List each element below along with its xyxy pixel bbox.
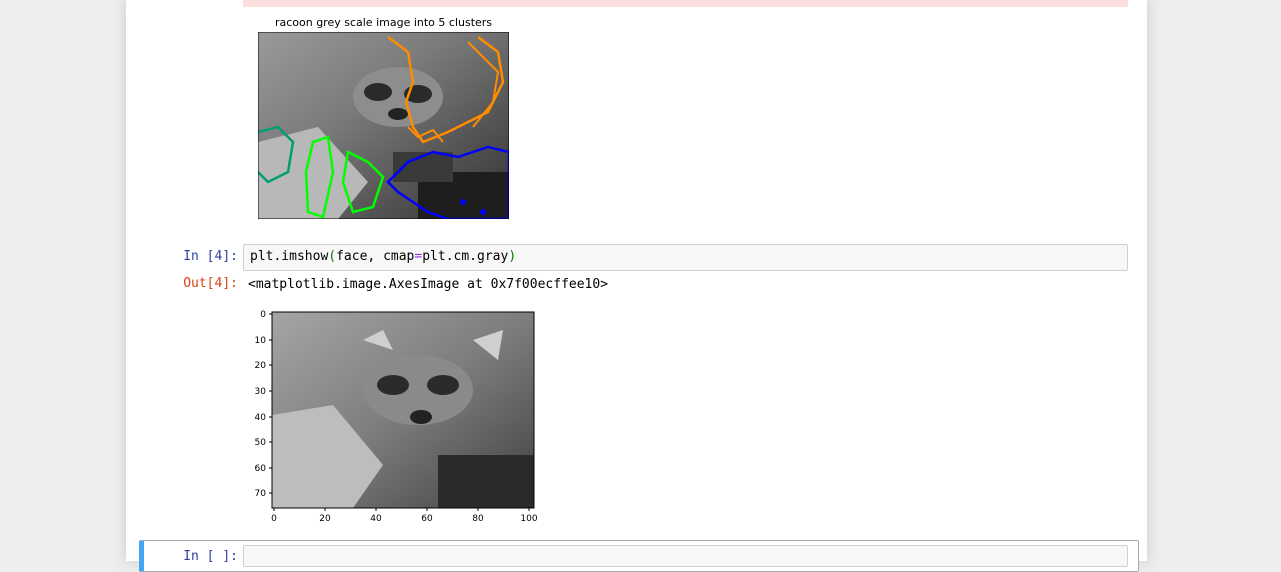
x-tick-label: 0 [271,514,277,524]
x-tick-label: 60 [421,514,433,524]
image-area [271,311,535,509]
y-tick-label: 30 [255,387,267,397]
cell4-output-text: <matplotlib.image.AxesImage at 0x7f00ecf… [248,277,609,292]
y-tick-label: 60 [255,464,267,474]
y-tick-label: 70 [255,489,267,499]
next-cell-input-prompt: In [ ]: [183,549,238,564]
y-tick-label: 0 [260,310,266,320]
y-axis: 0 10 20 30 40 50 60 70 [255,310,272,499]
y-tick-label: 10 [255,336,267,346]
cell4-code: plt.imshow(face, cmap=plt.cm.gray) [250,249,517,264]
x-axis: 0 20 40 60 80 100 [271,508,538,524]
x-tick-label: 20 [319,514,331,524]
x-tick-label: 100 [520,514,537,524]
cell4-code-editor[interactable]: plt.imshow(face, cmap=plt.cm.gray) [243,244,1128,271]
y-tick-label: 50 [255,438,267,448]
y-tick-label: 40 [255,413,267,423]
y-tick-label: 20 [255,361,267,371]
x-tick-label: 80 [472,514,484,524]
figure1-clusters-image [258,32,509,219]
cell4-input-prompt: In [4]: [183,249,238,264]
x-tick-label: 40 [370,514,382,524]
figure2-grayscale-image: 0 10 20 30 40 50 60 70 0 20 40 60 80 100 [255,310,538,524]
stderr-output-strip [243,0,1128,7]
figure1-title: racoon grey scale image into 5 clusters [274,16,493,29]
next-cell-code-editor[interactable] [243,545,1128,567]
cell4-output-prompt: Out[4]: [183,276,238,291]
